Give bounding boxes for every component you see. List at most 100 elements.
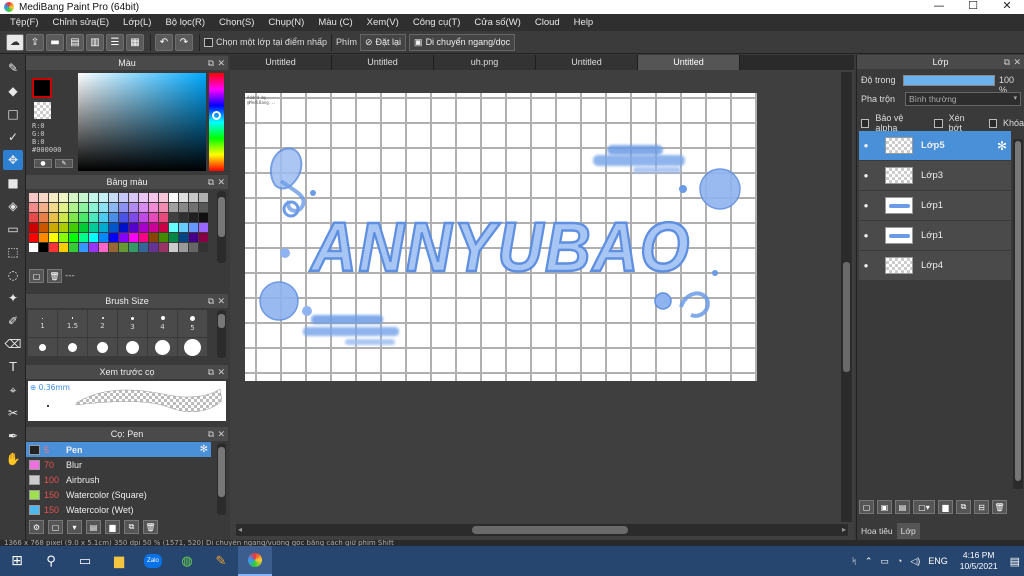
palette-swatch[interactable] (99, 213, 108, 222)
operation-tool-icon[interactable]: ⌖ (3, 380, 23, 400)
palette-swatch[interactable] (149, 203, 158, 212)
new-palette-icon[interactable]: ▢ (29, 269, 44, 283)
palette-swatch[interactable] (29, 203, 38, 212)
panel-close-icon[interactable]: ✕ (217, 365, 225, 379)
menu-color[interactable]: Màu (C) (311, 17, 359, 28)
palette-swatch[interactable] (189, 203, 198, 212)
doc-tab[interactable]: uh.png (434, 55, 536, 70)
palette-swatch[interactable] (159, 223, 168, 232)
palette-swatch[interactable] (179, 243, 188, 252)
brush-size-option[interactable]: 3 (118, 310, 147, 337)
select-eraser-tool-icon[interactable]: ⌫ (3, 334, 23, 354)
canvas-vertical-scroll-thumb[interactable] (843, 262, 850, 372)
palette-swatch[interactable] (29, 193, 38, 202)
brush-list-scroll-thumb[interactable] (218, 447, 225, 497)
palette-swatch[interactable] (189, 193, 198, 202)
palette-swatch[interactable] (119, 243, 128, 252)
lock-checkbox[interactable] (988, 118, 997, 128)
palette-swatch[interactable] (159, 213, 168, 222)
bucket-tool-icon[interactable]: ◈ (3, 196, 23, 216)
dot-tool-icon[interactable]: □ (3, 104, 23, 124)
export-icon[interactable]: ⇪ (26, 33, 44, 51)
hand-tool-icon[interactable]: ✋ (3, 449, 23, 469)
minimize-button[interactable]: — (922, 0, 956, 14)
palette-swatch[interactable] (139, 243, 148, 252)
palette-swatch[interactable] (119, 223, 128, 232)
magic-wand-tool-icon[interactable]: ✦ (3, 288, 23, 308)
merge-layer-icon[interactable]: ⊟ (974, 500, 989, 514)
layer-item[interactable]: ● Lớp1 (859, 191, 1011, 220)
palette-swatch[interactable] (39, 213, 48, 222)
palette-swatch[interactable] (89, 203, 98, 212)
palette-swatch[interactable] (129, 203, 138, 212)
visibility-eye-icon[interactable]: ● (859, 231, 873, 240)
panel-popout-icon[interactable]: ⧉ (208, 175, 214, 189)
brush-file-icon[interactable]: ▤ (86, 520, 101, 534)
palette-swatch[interactable] (179, 203, 188, 212)
palette-swatch[interactable] (169, 243, 178, 252)
brush-menu-icon[interactable]: ▾ (67, 520, 82, 534)
palette-swatch[interactable] (179, 213, 188, 222)
panel-popout-icon[interactable]: ⧉ (208, 427, 214, 441)
color-wheel-icon[interactable]: ● (34, 159, 52, 168)
palette-swatch[interactable] (199, 243, 208, 252)
brush-item-watercolor-square[interactable]: 150 Watercolor (Square) (26, 487, 211, 502)
message-icon[interactable]: ▤ (66, 33, 84, 51)
palette-swatch[interactable] (79, 233, 88, 242)
search-icon[interactable]: ⚲ (34, 546, 68, 576)
palette-swatch[interactable] (179, 233, 188, 242)
green-app-icon[interactable]: ◍ (170, 546, 204, 576)
palette-swatch[interactable] (39, 233, 48, 242)
divide-tool-icon[interactable]: ✂ (3, 403, 23, 423)
eyedropper-icon[interactable]: ✎ (55, 159, 73, 168)
volume-icon[interactable]: ◁) (910, 556, 920, 567)
menu-filter[interactable]: Bộ lọc(R) (158, 17, 212, 28)
select-tool-icon[interactable]: ⬚ (3, 242, 23, 262)
network-icon[interactable]: ◔ (897, 556, 902, 566)
palette-swatch[interactable] (99, 203, 108, 212)
panel-close-icon[interactable]: ✕ (217, 427, 225, 441)
add-brush-icon[interactable]: ⚙ (29, 520, 44, 534)
layer-list-scrollbar[interactable] (1013, 139, 1023, 489)
palette-swatch[interactable] (119, 213, 128, 222)
palette-swatch[interactable] (89, 233, 98, 242)
palette-swatch[interactable] (159, 203, 168, 212)
duplicate-brush-icon[interactable]: ⧉ (124, 520, 139, 534)
palette-swatch[interactable] (139, 203, 148, 212)
palette-swatch[interactable] (39, 243, 48, 252)
panel-close-icon[interactable]: ✕ (217, 56, 225, 70)
add-layer-menu-icon[interactable]: ▢▾ (913, 500, 935, 514)
new-layer-icon[interactable]: ▢ (859, 500, 874, 514)
brush-size-option[interactable] (88, 338, 117, 356)
palette-swatch[interactable] (149, 213, 158, 222)
palette-swatch[interactable] (59, 203, 68, 212)
layer-item[interactable]: ● Lớp5 ✻ (859, 131, 1011, 160)
palette-swatch[interactable] (89, 213, 98, 222)
grid-icon[interactable]: ▦ (126, 33, 144, 51)
layer-item[interactable]: ● Lớp3 (859, 161, 1011, 190)
panel-popout-icon[interactable]: ⧉ (208, 365, 214, 379)
blend-mode-select[interactable]: Bình thường ▾ (905, 92, 1021, 106)
palette-swatch[interactable] (119, 233, 128, 242)
paint-app-icon[interactable]: ✎ (204, 546, 238, 576)
brush-size-option[interactable] (118, 338, 147, 356)
palette-swatch[interactable] (189, 223, 198, 232)
palette-swatch[interactable] (99, 223, 108, 232)
brush-size-scroll-thumb[interactable] (218, 314, 225, 328)
palette-swatch[interactable] (179, 223, 188, 232)
close-button[interactable]: ✕ (990, 0, 1024, 14)
palette-swatch[interactable] (199, 233, 208, 242)
layer-list-scroll-thumb[interactable] (1015, 141, 1021, 481)
palette-swatch[interactable] (29, 223, 38, 232)
brush-item-airbrush[interactable]: 100 Airbrush (26, 472, 211, 487)
palette-swatch[interactable] (69, 223, 78, 232)
layer-folder-icon[interactable]: ▆ (938, 500, 953, 514)
scroll-left-arrow-icon[interactable]: ◂ (238, 525, 242, 534)
palette-swatch[interactable] (199, 223, 208, 232)
brush-folder-icon[interactable]: ▆ (105, 520, 120, 534)
new-halftone-layer-icon[interactable]: ▣ (877, 500, 892, 514)
palette-swatch[interactable] (139, 233, 148, 242)
clock[interactable]: 4:16 PM 10/5/2021 (960, 550, 998, 572)
menu-tools[interactable]: Công cụ(T) (406, 17, 468, 28)
brush-item-pen[interactable]: 5 Pen ✻ (26, 442, 211, 457)
